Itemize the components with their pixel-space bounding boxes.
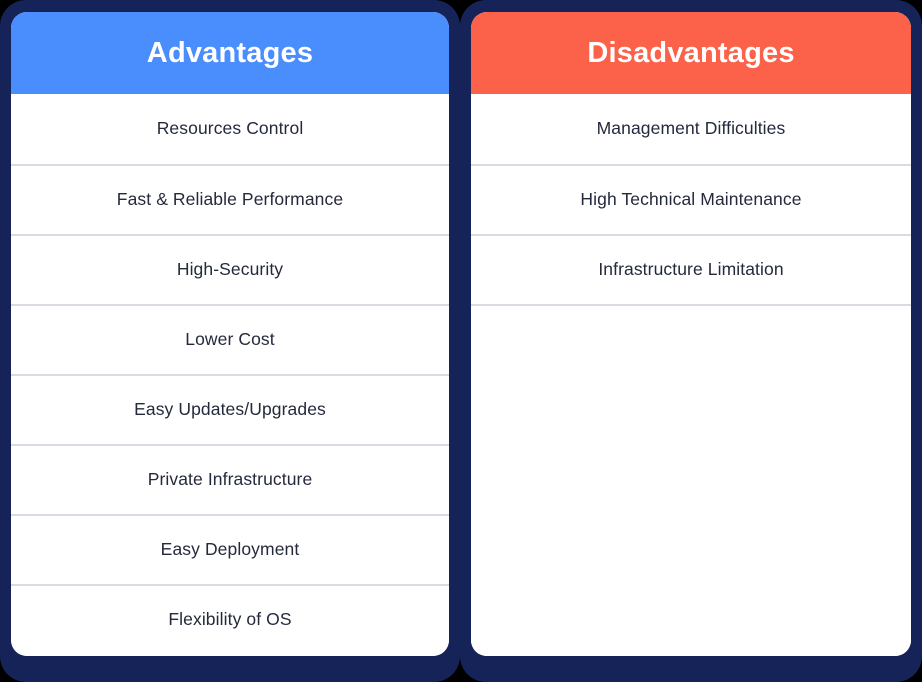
list-item-label: Easy Updates/Upgrades [134, 399, 326, 420]
list-item-label: Private Infrastructure [147, 469, 313, 490]
list-item-label: Resources Control [156, 118, 304, 139]
list-item-label: Lower Cost [185, 329, 275, 350]
disadvantages-title: Disadvantages [587, 36, 795, 69]
list-item-label: Easy Deployment [160, 539, 300, 560]
disadvantages-empty-space [471, 304, 911, 656]
list-item[interactable]: High-Security [11, 234, 449, 304]
advantages-list: Resources Control Fast & Reliable Perfor… [11, 94, 449, 656]
advantages-title: Advantages [146, 36, 314, 69]
advantages-header: Advantages [11, 12, 449, 94]
list-item[interactable]: Private Infrastructure [11, 444, 449, 514]
list-item-label: High Technical Maintenance [580, 189, 802, 210]
list-item-label: Fast & Reliable Performance [116, 189, 344, 210]
list-item[interactable]: Lower Cost [11, 304, 449, 374]
disadvantages-list: Management Difficulties High Technical M… [471, 94, 911, 656]
list-item[interactable]: Fast & Reliable Performance [11, 164, 449, 234]
comparison-columns: Advantages Resources Control Fast & Reli… [0, 0, 922, 682]
disadvantages-card-frame: Disadvantages Management Difficulties Hi… [460, 0, 922, 682]
disadvantages-card: Disadvantages Management Difficulties Hi… [471, 12, 911, 656]
list-item[interactable]: Flexibility of OS [11, 584, 449, 654]
list-item[interactable]: Management Difficulties [471, 94, 911, 164]
list-item-label: Flexibility of OS [168, 609, 292, 630]
list-item[interactable]: High Technical Maintenance [471, 164, 911, 234]
advantages-card-frame: Advantages Resources Control Fast & Reli… [0, 0, 460, 682]
advantages-card: Advantages Resources Control Fast & Reli… [11, 12, 449, 656]
disadvantages-header: Disadvantages [471, 12, 911, 94]
list-item-label: Infrastructure Limitation [598, 259, 784, 280]
list-item-label: High-Security [176, 259, 284, 280]
list-item[interactable]: Easy Deployment [11, 514, 449, 584]
list-item[interactable]: Infrastructure Limitation [471, 234, 911, 304]
list-item[interactable]: Resources Control [11, 94, 449, 164]
list-item-label: Management Difficulties [596, 118, 786, 139]
comparison-table: Advantages Resources Control Fast & Reli… [0, 0, 922, 682]
list-item[interactable]: Easy Updates/Upgrades [11, 374, 449, 444]
